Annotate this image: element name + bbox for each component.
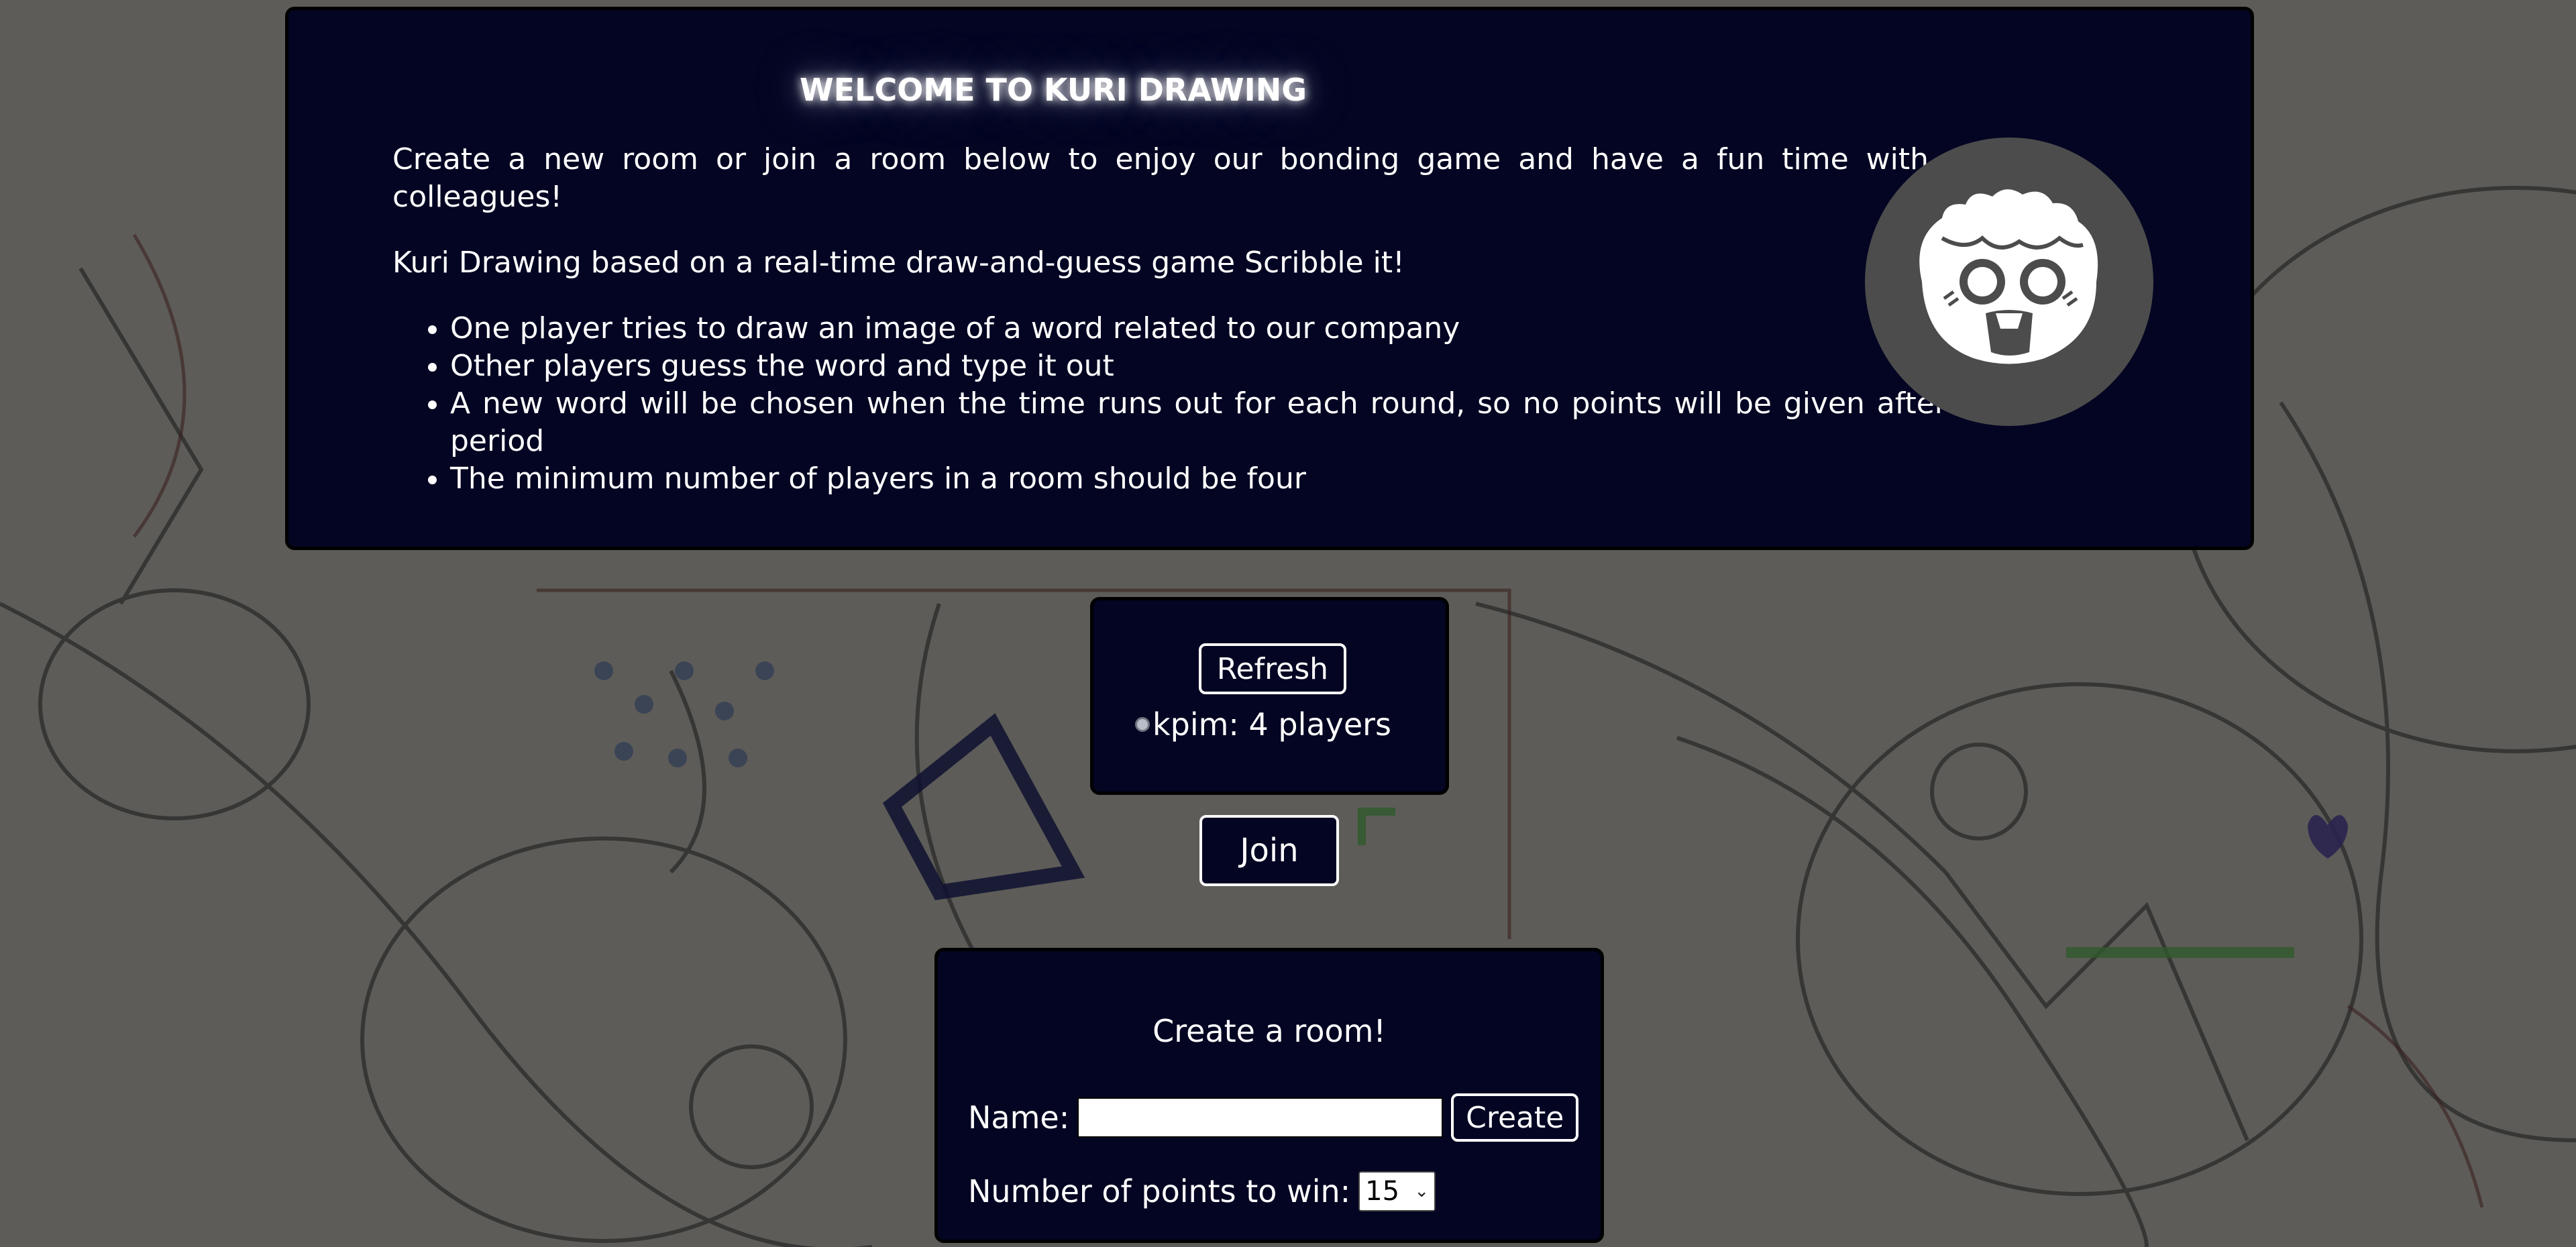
create-room-title: Create a room! [1152, 1013, 1386, 1049]
rule-item: A new word will be chosen when the time … [450, 385, 2012, 460]
page-title: WELCOME TO KURI DRAWING [799, 72, 1307, 108]
rules-list: One player tries to draw an image of a w… [392, 310, 2012, 498]
rule-item: One player tries to draw an image of a w… [450, 310, 2012, 347]
kuri-face-icon [1865, 138, 2153, 426]
name-row: Name: Create [968, 1093, 1579, 1142]
intro-text: Create a new room or join a room below t… [392, 141, 2012, 498]
room-list-item[interactable]: kpim: 4 players [1135, 706, 1391, 743]
intro-panel: WELCOME TO KURI DRAWING Create a new roo… [285, 7, 2254, 550]
create-room-panel: Create a room! Name: Create Number of po… [934, 948, 1604, 1243]
rule-item: The minimum number of players in a room … [450, 460, 2012, 498]
points-value: 15 [1365, 1176, 1400, 1207]
name-label: Name: [968, 1099, 1070, 1136]
room-label: kpim: 4 players [1152, 706, 1392, 743]
chevron-down-icon: ⌄ [1414, 1181, 1430, 1201]
join-button[interactable]: Join [1199, 815, 1339, 886]
room-radio[interactable] [1135, 717, 1150, 732]
intro-paragraph: Kuri Drawing based on a real-time draw-a… [392, 246, 1405, 280]
points-row: Number of points to win: 15 ⌄ [968, 1171, 1436, 1211]
name-input[interactable] [1077, 1097, 1444, 1138]
refresh-button[interactable]: Refresh [1199, 643, 1346, 694]
intro-paragraph: Create a new room or join a room below t… [392, 142, 2012, 214]
room-list-panel: Refresh kpim: 4 players [1090, 597, 1449, 795]
points-select[interactable]: 15 ⌄ [1358, 1171, 1436, 1211]
points-label: Number of points to win: [968, 1173, 1351, 1209]
create-button[interactable]: Create [1451, 1093, 1579, 1142]
rule-item: Other players guess the word and type it… [450, 347, 2012, 385]
